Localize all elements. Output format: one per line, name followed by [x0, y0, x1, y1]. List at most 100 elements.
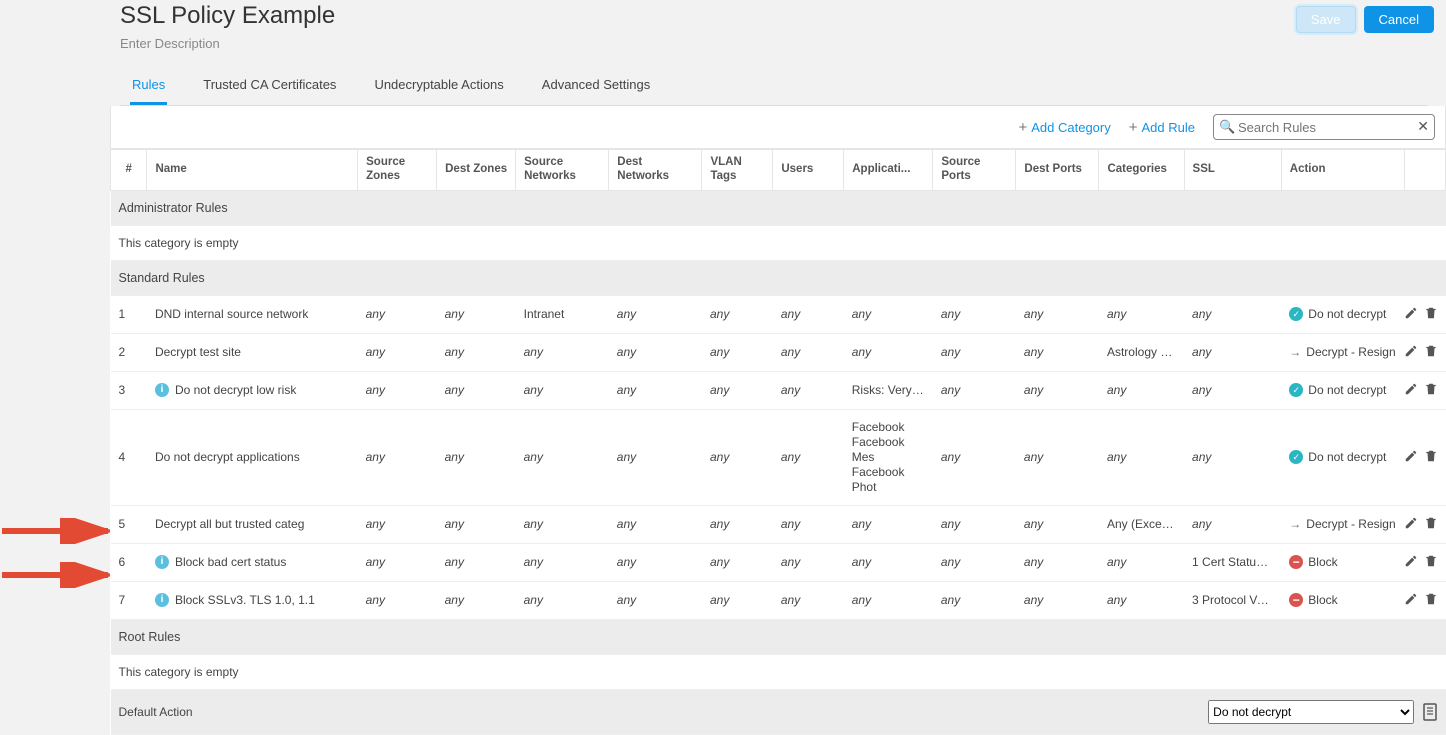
page-title: SSL Policy Example: [120, 0, 1428, 30]
cell-cats: Astrology (Any: [1099, 333, 1184, 371]
cell-users: any: [773, 295, 844, 333]
col-num: #: [111, 150, 147, 191]
rule-name: Block SSLv3. TLS 1.0, 1.1: [175, 593, 315, 607]
action-label: Decrypt - Resign: [1306, 517, 1395, 532]
edit-icon[interactable]: [1405, 592, 1418, 609]
delete-icon[interactable]: [1424, 382, 1438, 399]
action-label: Block: [1308, 593, 1337, 607]
info-icon: i: [155, 555, 169, 569]
add-rule-link[interactable]: + Add Rule: [1129, 119, 1195, 136]
info-icon: i: [155, 593, 169, 607]
edit-icon[interactable]: [1405, 516, 1418, 533]
delete-icon[interactable]: [1424, 554, 1438, 571]
clear-search-icon[interactable]: ✕: [1417, 118, 1429, 135]
rule-row[interactable]: 5 Decrypt all but trusted categ anyany a…: [111, 505, 1446, 543]
policy-header: SSL Policy Example Enter Description Sav…: [110, 0, 1446, 106]
cell-dest-ports: any: [1016, 295, 1099, 333]
cancel-button[interactable]: Cancel: [1364, 6, 1434, 33]
cell-dest-zones: any: [437, 295, 516, 333]
col-dest-ports[interactable]: Dest Ports: [1016, 150, 1099, 191]
col-name[interactable]: Name: [147, 150, 358, 191]
rule-row[interactable]: 2 Decrypt test site anyany anyany anyany…: [111, 333, 1446, 371]
edit-icon[interactable]: [1405, 306, 1418, 323]
col-cats[interactable]: Categories: [1099, 150, 1184, 191]
rules-toolbar: + Add Category + Add Rule 🔍 ✕: [110, 106, 1446, 149]
cell-cats: Any (Except Ur: [1099, 505, 1184, 543]
rule-row[interactable]: 6 iBlock bad cert status anyany anyany a…: [111, 543, 1446, 581]
col-action[interactable]: Action: [1281, 150, 1405, 191]
log-icon[interactable]: [1422, 702, 1438, 722]
cell-ssl: any: [1184, 295, 1281, 333]
edit-icon[interactable]: [1405, 382, 1418, 399]
tab-rules[interactable]: Rules: [130, 69, 167, 105]
col-src-ports[interactable]: Source Ports: [933, 150, 1016, 191]
col-vlan[interactable]: VLAN Tags: [702, 150, 773, 191]
section-root-empty: This category is empty: [111, 654, 1446, 689]
rule-name: DND internal source network: [155, 307, 308, 321]
delete-icon[interactable]: [1424, 344, 1438, 361]
col-dest-nets[interactable]: Dest Networks: [609, 150, 702, 191]
col-src-nets[interactable]: Source Networks: [516, 150, 609, 191]
block-icon: −: [1289, 555, 1303, 569]
default-action-row: Default Action Do not decrypt: [111, 689, 1446, 734]
delete-icon[interactable]: [1424, 306, 1438, 323]
search-input[interactable]: [1213, 114, 1435, 140]
tab-undecryptable[interactable]: Undecryptable Actions: [372, 69, 505, 105]
check-icon: ✓: [1289, 383, 1303, 397]
section-admin-empty: This category is empty: [111, 225, 1446, 260]
add-category-link[interactable]: + Add Category: [1018, 119, 1110, 136]
save-button[interactable]: Save: [1296, 6, 1356, 33]
cell-apps: any: [844, 295, 933, 333]
rule-name: Do not decrypt low risk: [175, 383, 296, 397]
section-root: Root Rules: [111, 619, 1446, 654]
search-icon: 🔍: [1219, 119, 1235, 135]
tab-advanced[interactable]: Advanced Settings: [540, 69, 652, 105]
rule-num: 2: [111, 333, 147, 371]
rule-name: Block bad cert status: [175, 555, 286, 569]
col-dest-zones[interactable]: Dest Zones: [437, 150, 516, 191]
rule-num: 5: [111, 505, 147, 543]
action-label: Do not decrypt: [1308, 383, 1386, 397]
delete-icon[interactable]: [1424, 592, 1438, 609]
action-label: Decrypt - Resign: [1306, 345, 1395, 360]
action-label: Do not decrypt: [1308, 450, 1386, 464]
check-icon: ✓: [1289, 450, 1303, 464]
rule-name: Decrypt all but trusted categ: [155, 517, 304, 531]
edit-icon[interactable]: [1405, 344, 1418, 361]
annotation-arrow-2: [0, 562, 118, 588]
annotation-arrow-1: [0, 518, 118, 544]
col-src-zones[interactable]: Source Zones: [358, 150, 437, 191]
rule-num: 1: [111, 295, 147, 333]
plus-icon: +: [1018, 119, 1027, 136]
default-action-select[interactable]: Do not decrypt: [1208, 700, 1414, 724]
delete-icon[interactable]: [1424, 449, 1438, 466]
cell-src-nets: Intranet: [516, 295, 609, 333]
action-label: Do not decrypt: [1308, 307, 1386, 321]
rule-row[interactable]: 1 DND internal source network any any In…: [111, 295, 1446, 333]
col-row-actions: [1405, 150, 1446, 191]
tab-trusted-ca[interactable]: Trusted CA Certificates: [201, 69, 338, 105]
rule-row[interactable]: 4 Do not decrypt applications anyany any…: [111, 409, 1446, 505]
arrow-right-icon: →: [1289, 345, 1301, 360]
delete-icon[interactable]: [1424, 516, 1438, 533]
rule-num: 7: [111, 581, 147, 619]
page-description[interactable]: Enter Description: [120, 36, 1428, 51]
tabs-bar: Rules Trusted CA Certificates Undecrypta…: [120, 69, 1428, 106]
section-standard: Standard Rules: [111, 260, 1446, 295]
col-apps[interactable]: Applicati...: [844, 150, 933, 191]
col-users[interactable]: Users: [773, 150, 844, 191]
edit-icon[interactable]: [1405, 554, 1418, 571]
rule-row[interactable]: 3 iDo not decrypt low risk anyany anyany…: [111, 371, 1446, 409]
cell-src-zones: any: [358, 295, 437, 333]
rule-num: 6: [111, 543, 147, 581]
rule-name: Decrypt test site: [155, 345, 241, 359]
cell-vlan: any: [702, 295, 773, 333]
search-wrap: 🔍 ✕: [1213, 114, 1435, 140]
col-ssl[interactable]: SSL: [1184, 150, 1281, 191]
rule-row[interactable]: 7 iBlock SSLv3. TLS 1.0, 1.1 anyany anya…: [111, 581, 1446, 619]
info-icon: i: [155, 383, 169, 397]
cell-dest-nets: any: [609, 295, 702, 333]
rule-num: 3: [111, 371, 147, 409]
edit-icon[interactable]: [1405, 449, 1418, 466]
add-rule-label: Add Rule: [1142, 120, 1195, 135]
